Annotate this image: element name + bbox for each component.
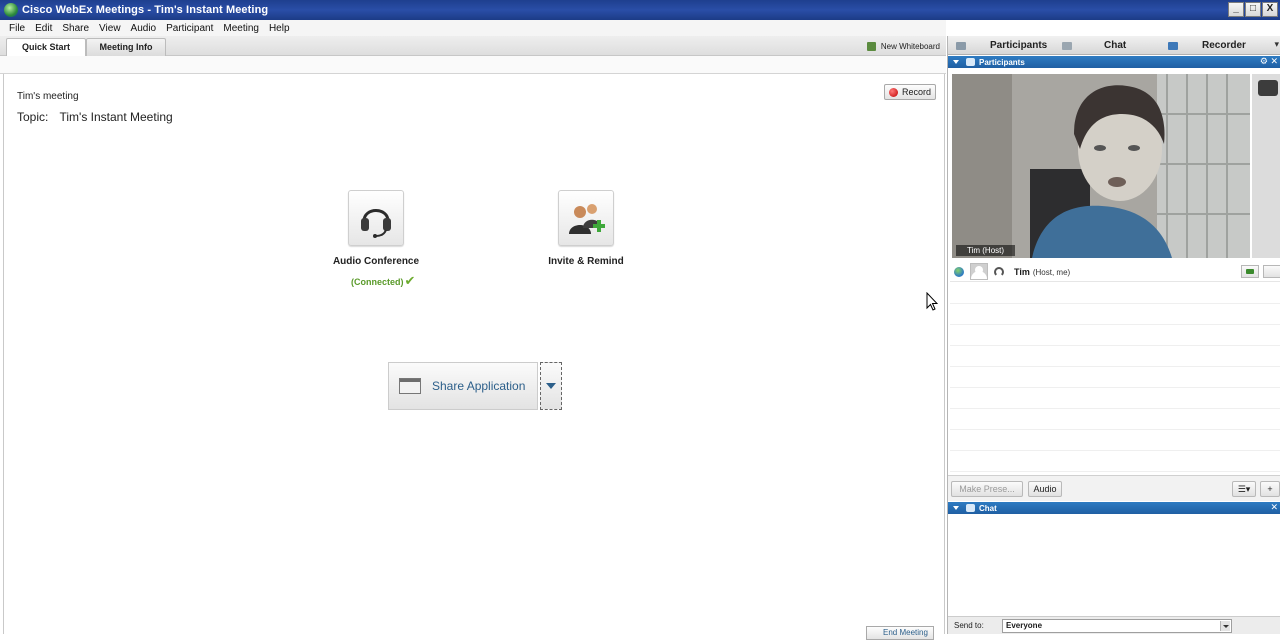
- topic-value: Tim's Instant Meeting: [59, 110, 173, 124]
- checkmark-icon: ✔: [404, 273, 416, 288]
- new-whiteboard-label: New Whiteboard: [880, 42, 940, 51]
- participant-row[interactable]: Tim (Host, me): [950, 262, 1280, 282]
- video-image: [952, 74, 1250, 258]
- globe-icon: [954, 266, 964, 277]
- participants-section-header[interactable]: Participants ⚙ ✕: [948, 56, 1280, 68]
- audio-conference-button[interactable]: [348, 190, 404, 246]
- chat-bubble-icon: [1062, 41, 1072, 50]
- participants-icon: [956, 41, 966, 50]
- tool-strip: [0, 56, 946, 74]
- menu-bar: File Edit Share View Audio Participant M…: [0, 20, 946, 36]
- collapse-icon: [953, 60, 959, 64]
- chat-section-header[interactable]: Chat ✕: [948, 502, 1280, 514]
- record-icon: [888, 87, 898, 97]
- chat-close-icon[interactable]: ✕: [1270, 502, 1278, 513]
- minimize-button[interactable]: _: [1228, 2, 1244, 17]
- window-title: Cisco WebEx Meetings - Tim's Instant Mee…: [22, 4, 269, 16]
- menu-file[interactable]: File: [4, 23, 30, 34]
- tab-chat[interactable]: Chat: [1062, 36, 1126, 55]
- share-options-dropdown[interactable]: [540, 362, 562, 410]
- window-controls: _ □ X: [1228, 2, 1278, 17]
- share-application-label: Share Application: [432, 379, 526, 393]
- participant-list: [950, 283, 1280, 473]
- share-application-button[interactable]: Share Application: [388, 362, 538, 410]
- application-window-icon: [399, 378, 421, 394]
- audio-button[interactable]: Audio: [1028, 481, 1062, 497]
- headset-icon: [361, 209, 391, 238]
- chevron-down-icon: [1220, 621, 1230, 631]
- microphone-icon[interactable]: [1263, 265, 1280, 278]
- audio-conference-label: Audio Conference: [332, 256, 420, 267]
- menu-help[interactable]: Help: [264, 23, 295, 34]
- maximize-button[interactable]: □: [1245, 2, 1261, 17]
- participant-name: Tim (Host, me): [1014, 267, 1070, 277]
- tab-participants-label: Participants: [990, 40, 1048, 51]
- video-camera-icon[interactable]: [1241, 265, 1259, 278]
- send-to-label: Send to:: [954, 621, 984, 630]
- participant-name-text: Tim: [1014, 266, 1030, 277]
- panel-tabs: Participants Chat Recorder ▾: [948, 36, 1280, 55]
- tab-recorder-label: Recorder: [1202, 40, 1246, 51]
- video-layout-strip: [1252, 74, 1280, 258]
- menu-share[interactable]: Share: [57, 23, 94, 34]
- video-name-label: Tim (Host): [956, 245, 1016, 256]
- quick-start-panel: Tim's meeting Topic: Tim's Instant Meeti…: [3, 74, 945, 640]
- video-feed: Tim (Host): [952, 74, 1250, 258]
- chat-messages[interactable]: [948, 520, 1280, 616]
- record-label: Record: [901, 87, 931, 97]
- close-button[interactable]: X: [1262, 2, 1278, 17]
- webex-app-icon: [4, 3, 18, 17]
- menu-meeting[interactable]: Meeting: [218, 23, 264, 34]
- meeting-topic: Topic: Tim's Instant Meeting: [17, 110, 173, 124]
- participants-toolbar: Make Prese... Audio ☰▾ +: [948, 475, 1280, 501]
- menu-view[interactable]: View: [94, 23, 126, 34]
- end-meeting-button[interactable]: End Meeting: [866, 626, 934, 640]
- panel-options-icon[interactable]: ⚙ ✕: [1260, 56, 1278, 67]
- invite-remind-label: Invite & Remind: [548, 256, 624, 267]
- content-tabs: Quick Start Meeting Info New Whiteboard: [0, 36, 946, 56]
- invite-remind-button[interactable]: [558, 190, 614, 246]
- send-to-bar: Send to: Everyone: [948, 616, 1280, 634]
- whiteboard-icon: [866, 42, 876, 51]
- side-panel: Participants Chat Recorder ▾ Participant…: [947, 36, 1280, 634]
- participants-header-icon: [966, 58, 975, 66]
- tab-quick-start[interactable]: Quick Start: [6, 38, 86, 56]
- meeting-name: Tim's meeting: [17, 91, 79, 102]
- topic-label: Topic:: [17, 110, 49, 124]
- audio-status: (Connected)✔: [351, 273, 415, 289]
- send-to-value: Everyone: [1006, 621, 1043, 630]
- send-to-select[interactable]: Everyone: [1002, 619, 1232, 633]
- tab-meeting-info[interactable]: Meeting Info: [86, 38, 166, 56]
- record-button[interactable]: Record: [884, 84, 936, 100]
- collapse-icon: [953, 506, 959, 510]
- menu-edit[interactable]: Edit: [30, 23, 57, 34]
- menu-participant[interactable]: Participant: [161, 23, 218, 34]
- chat-header-label: Chat: [979, 503, 997, 513]
- tab-participants[interactable]: Participants: [956, 36, 1047, 55]
- panel-menu-icon[interactable]: ▾: [1274, 39, 1279, 50]
- chat-header-icon: [966, 504, 975, 512]
- menu-audio[interactable]: Audio: [126, 23, 162, 34]
- avatar: [970, 263, 988, 280]
- new-whiteboard-button[interactable]: New Whiteboard: [866, 39, 940, 54]
- window-titlebar: Cisco WebEx Meetings - Tim's Instant Mee…: [0, 0, 1280, 20]
- audio-status-text: (Connected): [351, 277, 404, 287]
- add-participant-icon[interactable]: +: [1260, 481, 1280, 497]
- list-options-icon[interactable]: ☰▾: [1232, 481, 1256, 497]
- participants-header-label: Participants: [979, 57, 1025, 67]
- people-layout-icon[interactable]: [1258, 80, 1278, 96]
- participant-role: (Host, me): [1032, 267, 1071, 277]
- arrow-cursor-icon: [926, 291, 939, 311]
- phone-audio-icon: [994, 266, 1004, 277]
- tab-recorder[interactable]: Recorder: [1168, 36, 1246, 55]
- tab-chat-label: Chat: [1104, 40, 1127, 51]
- invite-people-icon: [569, 204, 605, 234]
- recorder-icon: [1168, 41, 1178, 50]
- chevron-down-icon: [546, 383, 556, 389]
- make-presenter-button[interactable]: Make Prese...: [951, 481, 1023, 497]
